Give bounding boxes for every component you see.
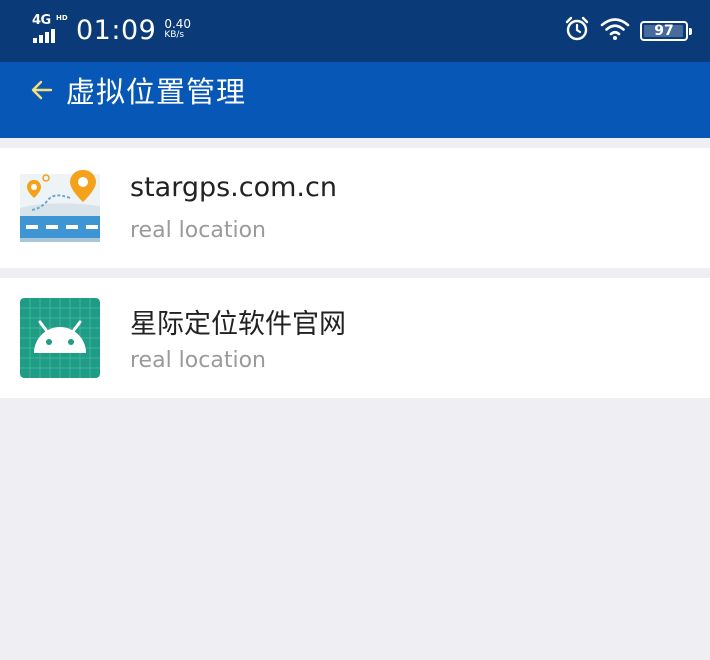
- list-item-subtitle: real location: [130, 218, 266, 243]
- list-item-subtitle: real location: [130, 348, 266, 373]
- map-location-app-icon: [20, 168, 100, 248]
- status-right: 97: [554, 16, 692, 46]
- network-speed-unit: KB/s: [164, 30, 185, 40]
- network-speed: 0.40 KB/s: [164, 17, 192, 41]
- battery-percent: 97: [654, 23, 674, 39]
- android-app-icon: [20, 298, 100, 378]
- network-type: 4G: [32, 13, 51, 28]
- list-item[interactable]: 星际定位软件官网 real location: [0, 278, 710, 398]
- battery-icon: 97: [640, 21, 692, 41]
- network-speed-value: 0.40: [164, 17, 192, 31]
- list-item[interactable]: stargps.com.cn real location: [0, 148, 710, 268]
- alarm-icon: [564, 16, 590, 46]
- status-time: 01:09: [76, 14, 157, 46]
- location-list: stargps.com.cn real location 星际定位软件官网 re…: [0, 148, 710, 398]
- wifi-icon: [600, 17, 630, 45]
- cellular-signal-icon: 4G HD: [32, 13, 70, 46]
- arrow-left-icon: [29, 77, 55, 107]
- app-bar: 虚拟位置管理: [0, 62, 710, 138]
- page-title: 虚拟位置管理: [66, 75, 247, 109]
- list-item-title: 星际定位软件官网: [130, 309, 346, 340]
- back-button[interactable]: [22, 72, 62, 112]
- network-hd-badge: HD: [56, 14, 68, 22]
- list-item-title: stargps.com.cn: [130, 172, 337, 203]
- status-bar: 4G HD 01:09 0.40 KB/s 97: [0, 0, 710, 62]
- status-left: 4G HD 01:09 0.40 KB/s: [32, 13, 192, 46]
